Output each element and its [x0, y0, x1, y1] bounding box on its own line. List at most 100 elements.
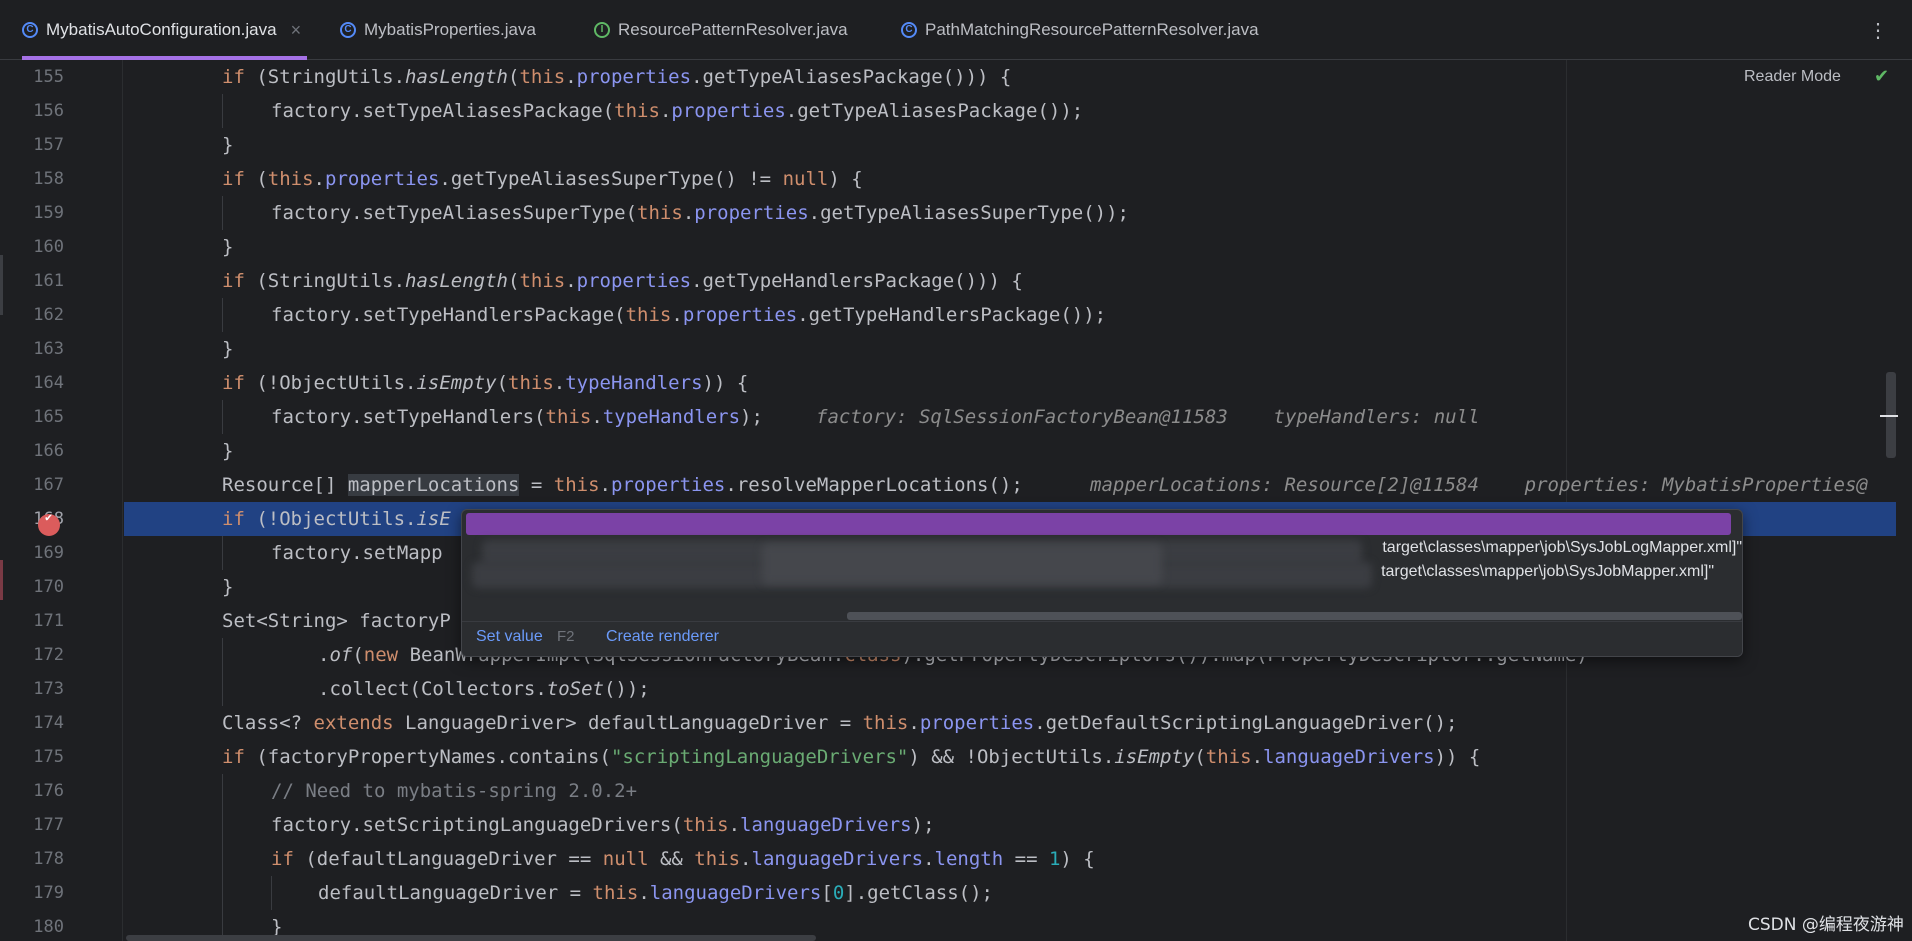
line-number: 161: [33, 271, 64, 291]
code-text: if (!ObjectUtils.isE: [222, 508, 451, 530]
code-line: 162 factory.setTypeHandlersPackage(this.…: [0, 298, 1912, 332]
line-number: 178: [33, 849, 64, 869]
code-text: defaultLanguageDriver = this.languageDri…: [318, 882, 993, 904]
popup-header-bar: [466, 513, 1731, 535]
line-number: 176: [33, 781, 64, 801]
code-text: if (StringUtils.hasLength(this.propertie…: [222, 270, 1023, 292]
debug-value-popup: target\classes\mapper\job\SysJobLogMappe…: [461, 509, 1743, 657]
redacted-content: [762, 544, 1162, 584]
inline-debug-value: mapperLocations: Resource[2]@11584 prope…: [1090, 474, 1868, 496]
line-number: 172: [33, 645, 64, 665]
code-text: factory.setTypeAliasesSuperType(this.pro…: [271, 202, 1129, 224]
code-line: 164 if (!ObjectUtils.isEmpty(this.typeHa…: [0, 366, 1912, 400]
code-text: .collect(Collectors.toSet());: [318, 678, 650, 700]
code-text: }: [222, 236, 234, 258]
editor-tab-bar: C MybatisAutoConfiguration.java × C Myba…: [0, 0, 1912, 60]
code-text: if (!ObjectUtils.isEmpty(this.typeHandle…: [222, 372, 749, 394]
code-line: 160 }: [0, 230, 1912, 264]
line-number: 164: [33, 373, 64, 393]
code-line: 177 factory.setScriptingLanguageDrivers(…: [0, 808, 1912, 842]
code-line: 178 if (defaultLanguageDriver == null &&…: [0, 842, 1912, 876]
code-line: 175 if (factoryPropertyNames.contains("s…: [0, 740, 1912, 774]
line-number: 177: [33, 815, 64, 835]
class-icon: C: [22, 22, 38, 38]
line-number: 156: [33, 101, 64, 121]
code-text: if (factoryPropertyNames.contains("scrip…: [222, 746, 1481, 768]
code-line: 179 defaultLanguageDriver = this.languag…: [0, 876, 1912, 910]
class-icon: C: [340, 22, 356, 38]
line-number: 180: [33, 917, 64, 937]
shortcut-hint: F2: [557, 628, 575, 645]
code-text: factory.setTypeHandlers(this.typeHandler…: [271, 406, 763, 428]
line-number: 163: [33, 339, 64, 359]
line-number: 155: [33, 67, 64, 87]
tab-label: MybatisAutoConfiguration.java: [46, 20, 277, 39]
inline-debug-value: factory: SqlSessionFactoryBean@11583 typ…: [816, 406, 1480, 428]
code-text: }: [222, 440, 234, 462]
code-text: factory.setScriptingLanguageDrivers(this…: [271, 814, 935, 836]
popup-horizontal-scrollbar[interactable]: [847, 612, 1742, 620]
create-renderer-link[interactable]: Create renderer: [606, 628, 719, 646]
code-line: 176 // Need to mybatis-spring 2.0.2+: [0, 774, 1912, 808]
tab-path-matching-resource-pattern-resolver[interactable]: C PathMatchingResourcePatternResolver.ja…: [901, 0, 1259, 60]
close-icon[interactable]: ×: [291, 20, 302, 41]
line-number: 173: [33, 679, 64, 699]
code-text: factory.setTypeHandlersPackage(this.prop…: [271, 304, 1107, 326]
tab-mybatis-auto-configuration[interactable]: C MybatisAutoConfiguration.java ×: [22, 0, 308, 60]
code-text: }: [222, 134, 234, 156]
line-number: 169: [33, 543, 64, 563]
code-line: 157 }: [0, 128, 1912, 162]
line-number: 166: [33, 441, 64, 461]
class-icon: C: [901, 22, 917, 38]
code-text: }: [222, 576, 234, 598]
line-number: 165: [33, 407, 64, 427]
scroll-position-marker: [1880, 415, 1898, 417]
set-value-link[interactable]: Set value: [476, 628, 543, 646]
code-text: Class<? extends LanguageDriver> defaultL…: [222, 712, 1458, 734]
code-line: 166 }: [0, 434, 1912, 468]
code-line: 174 Class<? extends LanguageDriver> defa…: [0, 706, 1912, 740]
code-line: 173 .collect(Collectors.toSet());: [0, 672, 1912, 706]
line-number: 162: [33, 305, 64, 325]
line-number: 158: [33, 169, 64, 189]
line-number: 179: [33, 883, 64, 903]
popup-value-path: target\classes\mapper\job\SysJobLogMappe…: [1382, 539, 1742, 556]
code-text: }: [222, 338, 234, 360]
line-number: 167: [33, 475, 64, 495]
more-tabs-icon[interactable]: ⋮: [1868, 18, 1888, 43]
code-text: Resource[] mapperLocations = this.proper…: [222, 474, 1023, 496]
code-text: if (defaultLanguageDriver == null && thi…: [271, 848, 1095, 870]
line-number: 174: [33, 713, 64, 733]
horizontal-scrollbar[interactable]: [126, 935, 816, 941]
tab-resource-pattern-resolver[interactable]: I ResourcePatternResolver.java: [594, 0, 848, 60]
tab-label: MybatisProperties.java: [364, 20, 536, 39]
interface-icon: I: [594, 22, 610, 38]
tab-mybatis-properties[interactable]: C MybatisProperties.java: [340, 0, 536, 60]
watermark: CSDN @编程夜游神: [1748, 915, 1904, 935]
code-line: 167 Resource[] mapperLocations = this.pr…: [0, 468, 1912, 502]
code-line: 155 if (StringUtils.hasLength(this.prope…: [0, 60, 1912, 94]
tab-label: PathMatchingResourcePatternResolver.java: [925, 20, 1259, 39]
code-line: 165 factory.setTypeHandlers(this.typeHan…: [0, 400, 1912, 434]
popup-value-path: target\classes\mapper\job\SysJobMapper.x…: [1381, 563, 1714, 580]
code-line: 158 if (this.properties.getTypeAliasesSu…: [0, 162, 1912, 196]
code-text: if (StringUtils.hasLength(this.propertie…: [222, 66, 1012, 88]
code-text: if (this.properties.getTypeAliasesSuperT…: [222, 168, 863, 190]
code-line: 163 }: [0, 332, 1912, 366]
code-comment: // Need to mybatis-spring 2.0.2+: [271, 780, 638, 802]
code-editor[interactable]: Reader Mode ✔ 155 if (StringUtils.hasLen…: [0, 60, 1912, 941]
code-line: 156 factory.setTypeAliasesPackage(this.p…: [0, 94, 1912, 128]
line-number: 157: [33, 135, 64, 155]
line-number: 160: [33, 237, 64, 257]
code-text: factory.setTypeAliasesPackage(this.prope…: [271, 100, 1084, 122]
tab-label: ResourcePatternResolver.java: [618, 20, 848, 39]
code-line: 159 factory.setTypeAliasesSuperType(this…: [0, 196, 1912, 230]
breakpoint-icon[interactable]: [38, 510, 60, 536]
line-number: 175: [33, 747, 64, 767]
code-line: 161 if (StringUtils.hasLength(this.prope…: [0, 264, 1912, 298]
line-number: 170: [33, 577, 64, 597]
code-text: Set<String> factoryP: [222, 610, 451, 632]
line-number: 171: [33, 611, 64, 631]
code-text: factory.setMapp: [271, 542, 443, 564]
line-number: 159: [33, 203, 64, 223]
